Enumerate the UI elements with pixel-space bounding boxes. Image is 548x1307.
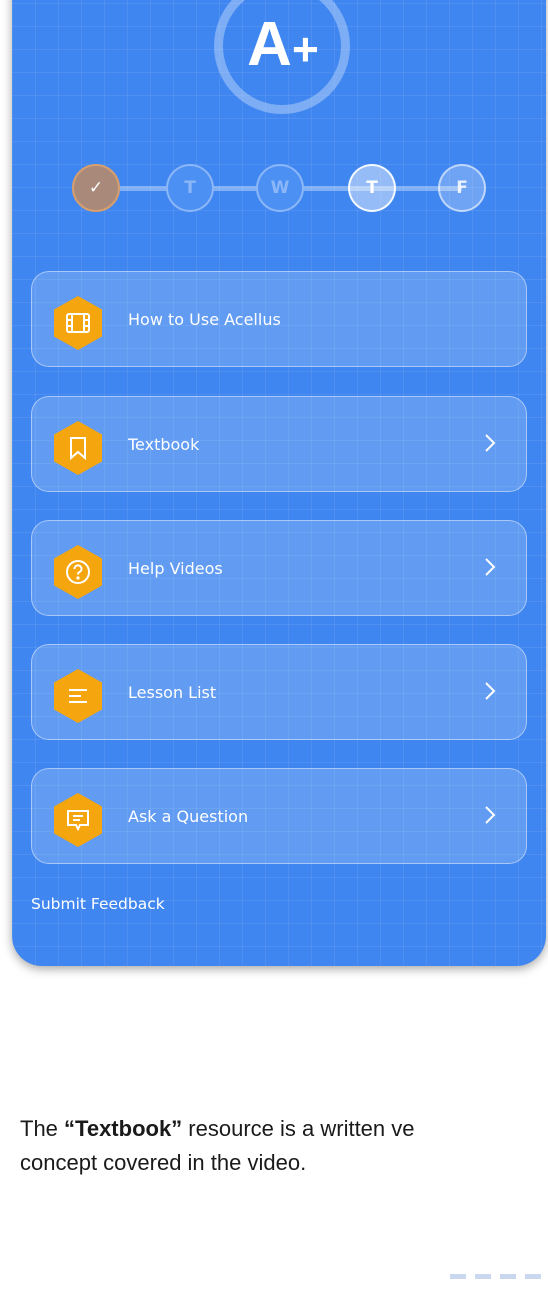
- menu-ask-question[interactable]: Ask a Question: [31, 768, 527, 864]
- grade-badge: A+: [214, 0, 350, 114]
- page-dash: [525, 1274, 541, 1279]
- page-dash: [475, 1274, 491, 1279]
- day-monday[interactable]: ✓: [72, 164, 120, 212]
- film-icon: [66, 313, 90, 333]
- menu-label: How to Use Acellus: [128, 310, 281, 329]
- day-friday[interactable]: F: [438, 164, 486, 212]
- menu-lesson-list[interactable]: Lesson List: [31, 644, 527, 740]
- hex-badge: [54, 669, 102, 723]
- check-icon: ✓: [88, 178, 104, 198]
- hex-badge: [54, 545, 102, 599]
- hex-badge: [54, 421, 102, 475]
- list-lines-icon: [69, 689, 87, 703]
- hex-badge: [54, 296, 102, 350]
- grade-letter: A: [247, 9, 292, 79]
- day-wednesday[interactable]: W: [256, 164, 304, 212]
- day-label: W: [270, 178, 290, 198]
- menu-label: Help Videos: [128, 559, 223, 578]
- app-panel: A+ ✓ T W T F How to Use Acellus Textbook: [12, 0, 546, 966]
- caption-highlight: “Textbook”: [64, 1116, 183, 1141]
- menu-label: Lesson List: [128, 683, 217, 702]
- chevron-right-icon: [485, 434, 496, 452]
- question-circle-icon: [66, 560, 90, 584]
- day-thursday[interactable]: T: [348, 164, 396, 212]
- caption-line2: concept covered in the video.: [20, 1150, 307, 1175]
- page-indicator: [450, 1274, 541, 1279]
- chevron-right-icon: [485, 806, 496, 824]
- chat-bubble-icon: [67, 810, 89, 832]
- chevron-right-icon: [485, 682, 496, 700]
- menu-label: Textbook: [128, 435, 200, 454]
- menu-label: Ask a Question: [128, 807, 249, 826]
- caption-text: The “Textbook” resource is a written ve …: [20, 1112, 548, 1180]
- caption-prefix: The: [20, 1116, 65, 1141]
- hex-badge: [54, 793, 102, 847]
- submit-feedback-link[interactable]: Submit Feedback: [31, 895, 165, 913]
- day-label: T: [366, 178, 378, 198]
- menu-textbook[interactable]: Textbook: [31, 396, 527, 492]
- page-dash: [500, 1274, 516, 1279]
- grade-modifier: +: [291, 22, 319, 75]
- grade-text: A+: [247, 9, 319, 80]
- chevron-right-icon: [485, 558, 496, 576]
- day-tuesday[interactable]: T: [166, 164, 214, 212]
- caption-rest: resource is a written ve: [182, 1116, 415, 1141]
- menu-how-to-use[interactable]: How to Use Acellus: [31, 271, 527, 367]
- day-label: F: [456, 178, 468, 198]
- page-dash: [450, 1274, 466, 1279]
- bookmark-icon: [70, 437, 86, 460]
- day-label: T: [184, 178, 196, 198]
- week-progress: ✓ T W T F: [72, 164, 492, 212]
- menu-help-videos[interactable]: Help Videos: [31, 520, 527, 616]
